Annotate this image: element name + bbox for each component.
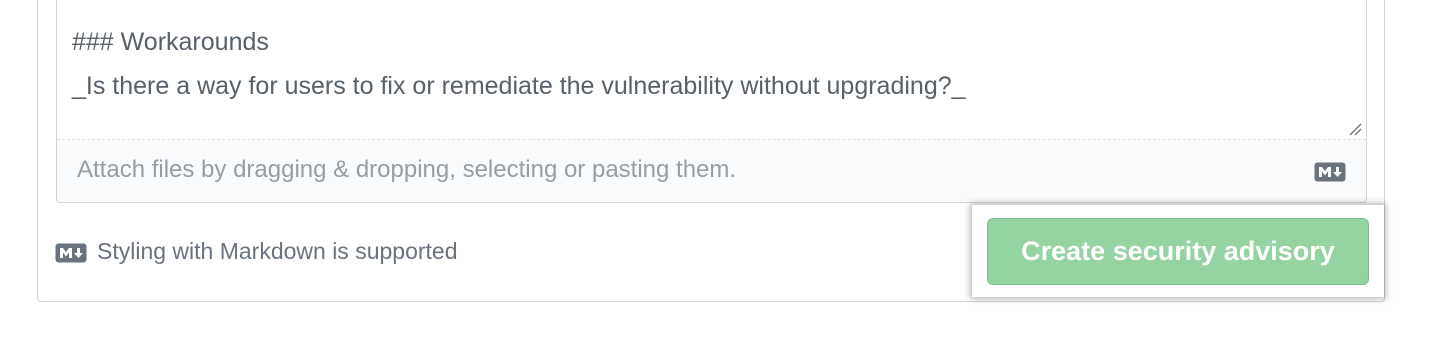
textarea-line-prompt: _Is there a way for users to fix or reme… [72, 72, 966, 100]
markdown-icon [55, 243, 87, 263]
markdown-editor: ### Workarounds _Is there a way for user… [56, 0, 1367, 203]
attach-hint-text: Attach files by dragging & dropping, sel… [77, 156, 737, 183]
description-textarea[interactable]: ### Workarounds _Is there a way for user… [57, 0, 1366, 140]
textarea-line-heading: ### Workarounds [72, 28, 269, 56]
markdown-support-hint[interactable]: Styling with Markdown is supported [97, 238, 458, 265]
create-security-advisory-button[interactable]: Create security advisory [987, 218, 1369, 285]
resize-handle-icon[interactable] [1348, 122, 1362, 136]
markdown-icon[interactable] [1314, 162, 1346, 182]
file-attach-area[interactable]: Attach files by dragging & dropping, sel… [57, 140, 1366, 201]
button-highlight-frame: Create security advisory [972, 205, 1384, 297]
